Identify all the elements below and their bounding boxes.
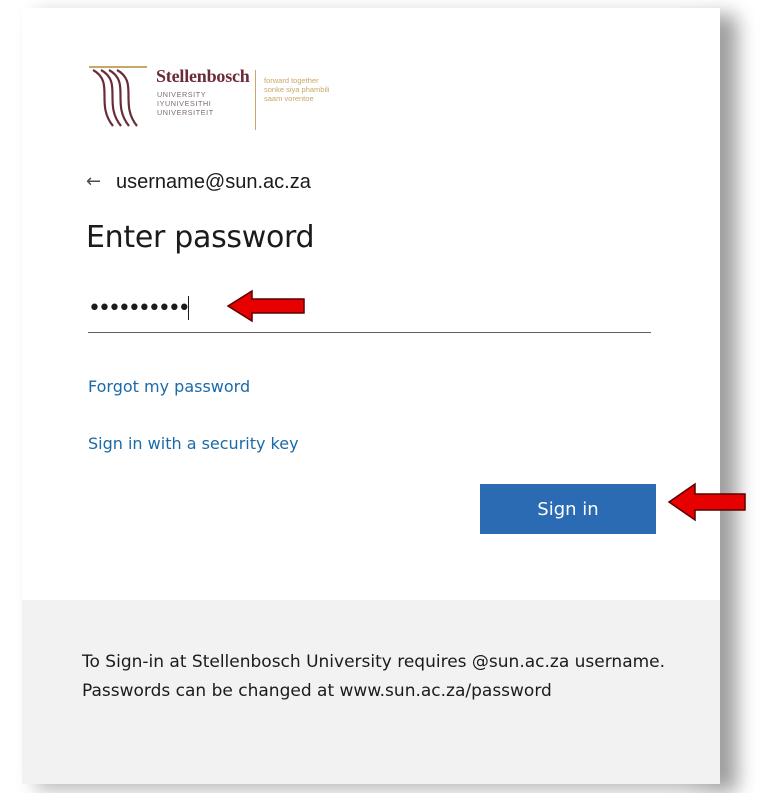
- security-key-link[interactable]: Sign in with a security key: [88, 434, 299, 453]
- university-crest-icon: [89, 66, 147, 127]
- logo-tagline-line: forward together: [264, 76, 319, 85]
- footer-panel: To Sign-in at Stellenbosch University re…: [22, 600, 720, 784]
- arrow-left-icon[interactable]: ←: [86, 168, 116, 196]
- page-title: Enter password: [86, 220, 315, 255]
- logo-tagline-line: sonke siya phambili: [264, 85, 330, 94]
- logo-name: Stellenbosch: [156, 66, 250, 86]
- footer-text: To Sign-in at Stellenbosch University re…: [82, 652, 666, 701]
- red-arrow-icon: [667, 482, 746, 522]
- text-caret: [188, 296, 189, 320]
- forgot-password-link[interactable]: Forgot my password: [88, 377, 250, 396]
- signin-card: Stellenbosch UNIVERSITY IYUNIVESITHI UNI…: [22, 8, 720, 784]
- signin-button[interactable]: Sign in: [480, 484, 656, 534]
- logo-tagline: forward together sonke siya phambili saa…: [264, 76, 329, 103]
- logo-sub-line: UNIVERSITEIT: [157, 107, 214, 117]
- identity-banner[interactable]: ← username@sun.ac.za: [86, 168, 311, 196]
- logo-divider: [255, 70, 256, 130]
- card-body: Stellenbosch UNIVERSITY IYUNIVESITHI UNI…: [22, 8, 720, 600]
- university-logo: Stellenbosch UNIVERSITY IYUNIVESITHI UNI…: [87, 64, 397, 136]
- password-field[interactable]: ••••••••••: [88, 292, 651, 333]
- logo-tagline-line: saam vorentoe: [264, 94, 314, 103]
- password-value: ••••••••••: [88, 296, 191, 321]
- identity-email: username@sun.ac.za: [116, 170, 311, 193]
- red-arrow-icon: [226, 289, 305, 323]
- logo-subtitle: UNIVERSITY IYUNIVESITHI UNIVERSITEIT: [157, 90, 214, 117]
